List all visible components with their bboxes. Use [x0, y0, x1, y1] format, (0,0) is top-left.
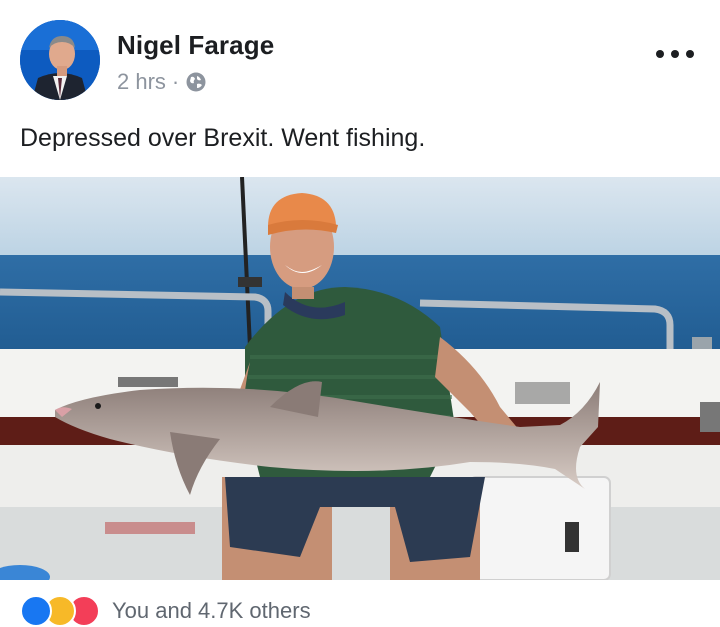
post-meta: 2 hrs ·	[117, 68, 207, 96]
post-time[interactable]: 2 hrs	[117, 69, 166, 95]
more-dot	[671, 50, 679, 58]
reactions-summary[interactable]: You and 4.7K others	[112, 596, 311, 626]
avatar[interactable]	[20, 20, 100, 100]
more-dot	[656, 50, 664, 58]
author-name[interactable]: Nigel Farage	[117, 30, 274, 61]
globe-icon	[185, 71, 207, 93]
post-text: Depressed over Brexit. Went fishing.	[20, 124, 426, 152]
post-photo[interactable]	[0, 177, 720, 580]
meta-separator: ·	[171, 69, 180, 94]
more-options-icon[interactable]	[656, 44, 694, 64]
more-dot	[686, 50, 694, 58]
post-header: Nigel Farage 2 hrs ·	[0, 0, 720, 110]
like-icon	[20, 595, 52, 627]
reactions-bar[interactable]: You and 4.7K others	[20, 595, 311, 627]
